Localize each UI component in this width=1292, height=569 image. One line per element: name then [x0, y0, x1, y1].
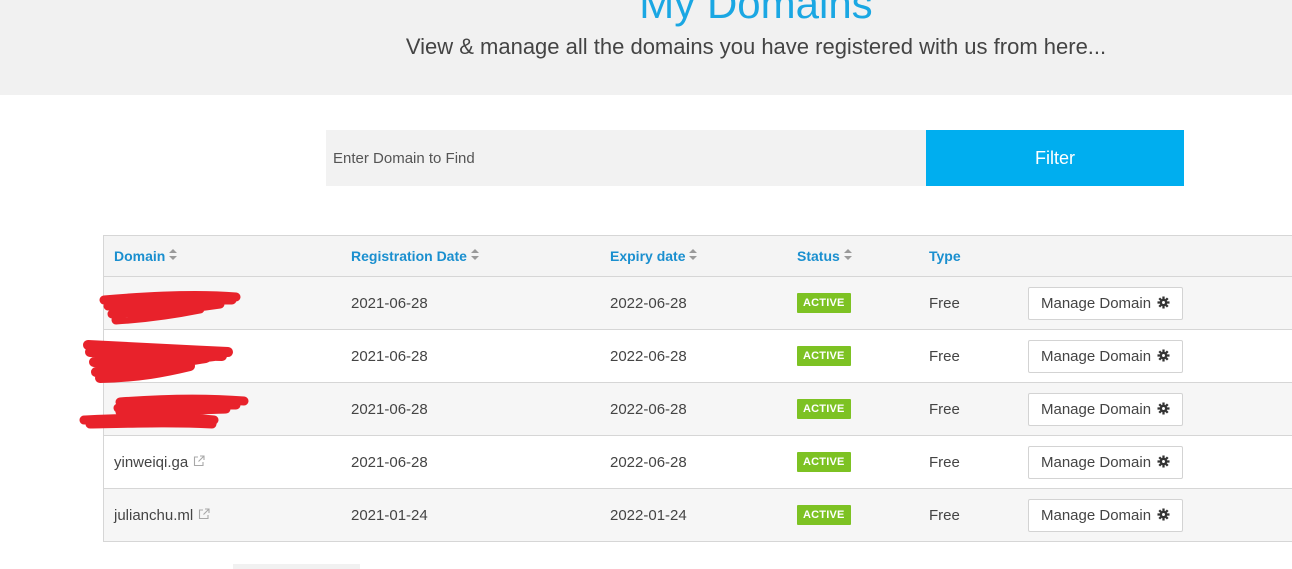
external-link-icon[interactable]	[197, 507, 211, 521]
domains-table: Domain Registration Date Expiry date Sta…	[103, 235, 1292, 542]
status-cell: ACTIVE	[797, 329, 929, 383]
gear-icon	[1157, 295, 1170, 309]
column-header-label: Expiry date	[610, 248, 686, 264]
domain-filter-bar: Filter	[326, 130, 1184, 186]
column-header-domain[interactable]: Domain	[103, 235, 351, 277]
sort-icon	[843, 249, 852, 263]
manage-domain-label: Manage Domain	[1041, 453, 1152, 471]
domain-cell	[103, 276, 351, 330]
expiry-date-cell: 2022-06-28	[610, 382, 797, 436]
registration-date-cell: 2021-06-28	[351, 329, 610, 383]
sort-icon	[169, 249, 178, 263]
registration-date-cell: 2021-06-28	[351, 435, 610, 489]
status-badge: ACTIVE	[797, 399, 851, 419]
action-cell: Manage Domain	[1028, 435, 1292, 489]
gear-icon	[1157, 454, 1170, 468]
page-title: My Domains	[639, 0, 873, 27]
gear-icon	[1157, 507, 1170, 521]
domain-name[interactable]: yinweiqi.ga	[114, 454, 188, 471]
table-row: 2021-06-28 2022-06-28 ACTIVE Free Manage Dom…	[103, 329, 1292, 383]
column-header-label: Registration Date	[351, 248, 467, 264]
column-header-actions	[1028, 235, 1292, 277]
manage-domain-button[interactable]: Manage Domain	[1028, 445, 1184, 479]
external-link-icon[interactable]	[118, 348, 132, 362]
status-cell: ACTIVE	[797, 488, 929, 542]
manage-domain-label: Manage Domain	[1041, 506, 1152, 524]
table-row: 2021-06-28 2022-06-28 ACTIVE Free Manage Dom…	[103, 382, 1292, 436]
pagination-control[interactable]	[233, 564, 360, 569]
action-cell: Manage Domain	[1028, 276, 1292, 330]
table-row: yinweiqi.ga 2021-06-28 2022-06-28 ACTIVE Fre…	[103, 435, 1292, 489]
action-cell: Manage Domain	[1028, 329, 1292, 383]
expiry-date-cell: 2022-06-28	[610, 276, 797, 330]
column-header-registration-date[interactable]: Registration Date	[351, 235, 610, 277]
domain-cell: yinweiqi.ga	[103, 435, 351, 489]
gear-icon	[1157, 348, 1170, 362]
registration-date-cell: 2021-01-24	[351, 488, 610, 542]
filter-button[interactable]: Filter	[926, 130, 1184, 186]
action-cell: Manage Domain	[1028, 488, 1292, 542]
column-header-label: Type	[929, 248, 961, 264]
type-cell: Free	[929, 488, 1028, 542]
page-header: My Domains View & manage all the domains…	[0, 0, 1292, 95]
manage-domain-label: Manage Domain	[1041, 400, 1152, 418]
domain-cell: julianchu.ml	[103, 488, 351, 542]
column-header-status[interactable]: Status	[797, 235, 929, 277]
sort-icon	[689, 249, 698, 263]
manage-domain-label: Manage Domain	[1041, 347, 1152, 365]
type-cell: Free	[929, 276, 1028, 330]
column-header-label: Status	[797, 248, 840, 264]
status-cell: ACTIVE	[797, 382, 929, 436]
status-badge: ACTIVE	[797, 505, 851, 525]
column-header-expiry-date[interactable]: Expiry date	[610, 235, 797, 277]
type-cell: Free	[929, 435, 1028, 489]
registration-date-cell: 2021-06-28	[351, 382, 610, 436]
page-subtitle: View & manage all the domains you have r…	[405, 34, 1107, 59]
external-link-icon[interactable]	[192, 454, 206, 468]
manage-domain-button[interactable]: Manage Domain	[1028, 498, 1184, 532]
status-cell: ACTIVE	[797, 276, 929, 330]
status-cell: ACTIVE	[797, 435, 929, 489]
expiry-date-cell: 2022-06-28	[610, 435, 797, 489]
manage-domain-button[interactable]: Manage Domain	[1028, 392, 1184, 426]
domain-name[interactable]: julianchu.ml	[114, 507, 193, 524]
status-badge: ACTIVE	[797, 452, 851, 472]
table-row: 2021-06-28 2022-06-28 ACTIVE Free Manage Dom…	[103, 276, 1292, 330]
domain-cell	[103, 329, 351, 383]
type-cell: Free	[929, 329, 1028, 383]
expiry-date-cell: 2022-06-28	[610, 329, 797, 383]
domain-search-input[interactable]	[326, 130, 926, 186]
column-header-type: Type	[929, 235, 1028, 277]
action-cell: Manage Domain	[1028, 382, 1292, 436]
status-badge: ACTIVE	[797, 293, 851, 313]
manage-domain-button[interactable]: Manage Domain	[1028, 286, 1184, 320]
status-badge: ACTIVE	[797, 346, 851, 366]
external-link-icon[interactable]	[118, 401, 132, 415]
column-header-label: Domain	[114, 248, 166, 264]
expiry-date-cell: 2022-01-24	[610, 488, 797, 542]
registration-date-cell: 2021-06-28	[351, 276, 610, 330]
table-row: julianchu.ml 2021-01-24 2022-01-24 ACTIVE Fr…	[103, 488, 1292, 542]
gear-icon	[1157, 401, 1170, 415]
sort-icon	[470, 249, 479, 263]
domain-cell	[103, 382, 351, 436]
table-header-row: Domain Registration Date Expiry date Sta…	[103, 235, 1292, 277]
manage-domain-button[interactable]: Manage Domain	[1028, 339, 1184, 373]
manage-domain-label: Manage Domain	[1041, 294, 1152, 312]
type-cell: Free	[929, 382, 1028, 436]
